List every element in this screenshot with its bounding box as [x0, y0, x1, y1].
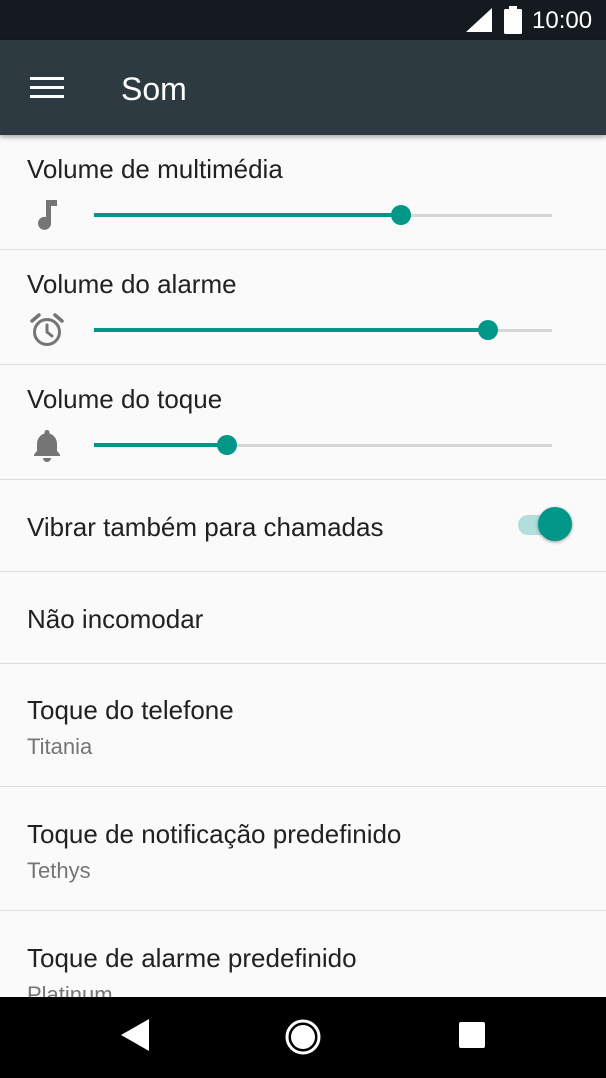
ring-volume-row: Volume do toque — [0, 365, 606, 480]
media-volume-label: Volume de multimédia — [27, 154, 283, 184]
media-volume-slider[interactable] — [94, 200, 552, 230]
alarm-sound-value: Platinum — [27, 982, 113, 997]
status-time: 10:00 — [532, 7, 593, 34]
alarm-sound-label: Toque de alarme predefinido — [27, 943, 357, 973]
notification-sound-label: Toque de notificação predefinido — [27, 819, 402, 849]
signal-icon — [466, 8, 492, 32]
media-volume-row: Volume de multimédia — [0, 135, 606, 250]
slider-thumb[interactable] — [477, 320, 498, 340]
bell-icon — [34, 430, 60, 462]
settings-list: Volume de multimédia Volume do alarme Vo… — [0, 135, 606, 997]
ring-volume-label: Volume do toque — [27, 384, 223, 414]
notification-sound-row[interactable]: Toque de notificação predefinido Tethys — [0, 787, 606, 911]
alarm-sound-row[interactable]: Toque de alarme predefinido Platinum — [0, 911, 606, 997]
phone-ringtone-label: Toque do telefone — [27, 695, 234, 725]
navigation-bar — [0, 997, 606, 1078]
status-bar: 10:00 — [0, 0, 606, 40]
slider-fill — [94, 213, 401, 217]
alarm-volume-label: Volume do alarme — [27, 269, 237, 299]
slider-thumb[interactable] — [390, 205, 411, 225]
alarm-clock-icon — [30, 313, 64, 346]
slider-thumb[interactable] — [216, 435, 237, 455]
do-not-disturb-row[interactable]: Não incomodar — [0, 572, 606, 664]
notification-sound-value: Tethys — [27, 858, 91, 883]
page-title: Som — [121, 71, 187, 107]
vibrate-row[interactable]: Vibrar também para chamadas — [0, 480, 606, 572]
alarm-volume-slider[interactable] — [94, 315, 552, 345]
alarm-volume-row: Volume do alarme — [0, 250, 606, 365]
phone-ringtone-value: Titania — [27, 734, 93, 759]
battery-icon — [504, 6, 522, 34]
recents-icon[interactable] — [459, 1022, 485, 1048]
vibrate-label: Vibrar também para chamadas — [27, 512, 384, 542]
home-icon[interactable] — [283, 1017, 323, 1057]
ring-volume-slider[interactable] — [94, 430, 552, 460]
slider-fill — [94, 328, 488, 332]
slider-fill — [94, 443, 227, 447]
app-bar: Som — [0, 40, 606, 135]
vibrate-toggle[interactable] — [518, 505, 576, 545]
menu-icon[interactable] — [30, 75, 64, 101]
back-icon[interactable] — [121, 1019, 149, 1051]
do-not-disturb-label: Não incomodar — [27, 604, 204, 634]
music-note-icon — [38, 200, 57, 230]
phone-ringtone-row[interactable]: Toque do telefone Titania — [0, 664, 606, 787]
